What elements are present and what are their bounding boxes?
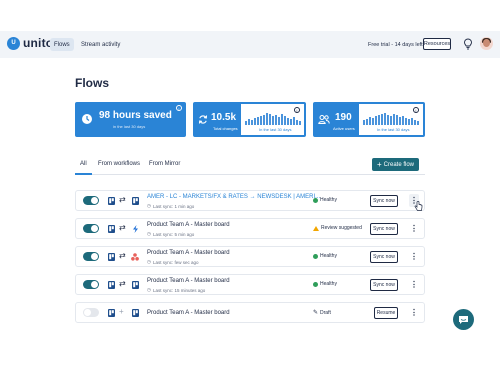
logo-mark-icon: U [7, 36, 20, 50]
flow-toggle[interactable] [83, 252, 99, 261]
info-icon[interactable]: i [413, 107, 419, 113]
flow-title[interactable]: AMER - LC - MARKETS/FX & RATES → NEWSDES… [147, 194, 320, 200]
flow-row[interactable]: ⇄ Product Team A - Master board ◷ Last sy… [75, 246, 425, 267]
flow-row[interactable]: ⇄ Product Team A - Master board ◷ Last sy… [75, 274, 425, 295]
users-icon [318, 115, 330, 124]
trello-icon [108, 225, 115, 233]
clock-icon [82, 114, 92, 124]
resources-button[interactable]: Resources [423, 38, 451, 50]
sync-arrows-icon: ⇄ [119, 279, 126, 288]
flow-row[interactable]: + Product Team A - Master board ✎ Draft R… [75, 302, 425, 323]
create-flow-label: Create flow [383, 161, 415, 168]
sync-icon [198, 115, 208, 124]
last-sync-text: Last sync: few sec ago [152, 259, 199, 265]
flow-toggle[interactable] [83, 224, 99, 233]
clock-icon: ◷ [147, 231, 151, 236]
status-badge: Healthy [313, 197, 337, 203]
healthy-icon [313, 253, 318, 259]
flow-toggle[interactable] [83, 280, 99, 289]
sync-now-button[interactable]: Sync now [370, 195, 398, 207]
unito-logo[interactable]: U unito [7, 36, 53, 50]
sync-now-button[interactable]: Sync now [370, 251, 398, 263]
stat-card-active-users: 190 Active users In the last 30 days i [313, 102, 425, 137]
hours-saved-caption: in the last 30 days [113, 124, 146, 129]
more-options-icon[interactable]: ⋮ [409, 306, 419, 319]
create-flow-button[interactable]: + Create flow [372, 158, 419, 171]
filter-tab-from-mirror[interactable]: From Mirror [149, 161, 180, 167]
more-options-icon[interactable]: ⋮ [409, 250, 419, 263]
asana-icon [131, 253, 139, 261]
chat-support-button[interactable] [453, 309, 474, 330]
flow-row[interactable]: ⇄ AMER - LC - MARKETS/FX & RATES → NEWSD… [75, 190, 425, 211]
status-badge: ✎ Draft [313, 309, 331, 317]
trello-icon [108, 309, 115, 317]
flow-title[interactable]: Product Team A - Master board [147, 222, 230, 228]
healthy-icon [313, 281, 318, 287]
trello-icon [132, 281, 139, 289]
flow-title[interactable]: Product Team A - Master board [147, 310, 230, 316]
flow-toggle[interactable] [83, 196, 99, 205]
last-sync-text: Last sync: 1 min ago [152, 203, 195, 209]
filter-tab-all[interactable]: All [80, 161, 87, 167]
pencil-icon: ✎ [313, 310, 319, 316]
trial-status[interactable]: Free trial - 14 days left [368, 42, 423, 48]
flow-toggle[interactable] [83, 308, 99, 317]
more-options-icon[interactable]: ⋮ [409, 222, 419, 235]
active-filter-indicator [75, 173, 92, 175]
status-badge: Healthy [313, 253, 337, 259]
chat-icon [459, 315, 468, 324]
status-badge: Review suggested [313, 225, 362, 231]
hand-cursor-icon [414, 201, 423, 211]
plus-icon: + [119, 307, 124, 316]
top-nav-bar: U unito Flows Stream activity Free trial… [0, 31, 500, 58]
sync-arrows-icon: ⇄ [119, 223, 126, 232]
clock-icon: ◷ [147, 259, 151, 264]
active-users-value: 190 [335, 112, 352, 123]
trello-icon [132, 309, 139, 317]
user-avatar[interactable] [480, 37, 493, 50]
info-icon[interactable]: i [176, 105, 182, 111]
status-badge: Healthy [313, 281, 337, 287]
total-changes-period: In the last 30 days [259, 127, 292, 132]
logo-text: unito [23, 36, 54, 50]
more-options-icon[interactable]: ⋮ [409, 278, 419, 291]
filter-tab-from-workflows[interactable]: From workflows [98, 161, 140, 167]
users-sparkline [363, 110, 419, 125]
total-changes-value: 10.5k [211, 112, 237, 123]
flow-title[interactable]: Product Team A - Master board [147, 278, 230, 284]
trello-icon [108, 253, 115, 261]
flow-row[interactable]: ⇄ Product Team A - Master board ◷ Last sy… [75, 218, 425, 239]
active-users-caption: Active users [333, 126, 355, 131]
last-sync-text: Last sync: 15 minutes ago [152, 287, 206, 293]
stat-card-hours-saved: 98 hours saved in the last 30 days i [75, 102, 186, 137]
trello-icon [108, 197, 115, 205]
last-sync-text: Last sync: 5 min ago [152, 231, 195, 237]
nav-tab-flows[interactable]: Flows [50, 38, 74, 51]
trello-icon [132, 197, 139, 205]
total-changes-caption: Total changes [213, 126, 238, 131]
resume-button[interactable]: Resume [374, 307, 398, 319]
trello-icon [108, 281, 115, 289]
changes-sparkline [245, 110, 301, 125]
plus-icon: + [376, 159, 382, 169]
info-icon[interactable]: i [294, 107, 300, 113]
flow-title[interactable]: Product Team A - Master board [147, 250, 230, 256]
lightbulb-icon[interactable] [463, 38, 473, 50]
hours-saved-value: 98 hours saved [99, 110, 172, 121]
nav-tab-stream-activity[interactable]: Stream activity [77, 38, 124, 51]
healthy-icon [313, 197, 318, 203]
active-users-period: In the last 30 days [377, 127, 410, 132]
clock-icon: ◷ [147, 287, 151, 292]
lightning-icon [133, 225, 138, 233]
sync-arrows-icon: ⇄ [119, 251, 126, 260]
warning-icon [313, 225, 319, 231]
sync-arrows-icon: ⇄ [119, 195, 126, 204]
sync-now-button[interactable]: Sync now [370, 223, 398, 235]
clock-icon: ◷ [147, 203, 151, 208]
sync-now-button[interactable]: Sync now [370, 279, 398, 291]
page-title: Flows [75, 76, 110, 90]
stat-card-total-changes: 10.5k Total changes In the last 30 days … [193, 102, 306, 137]
